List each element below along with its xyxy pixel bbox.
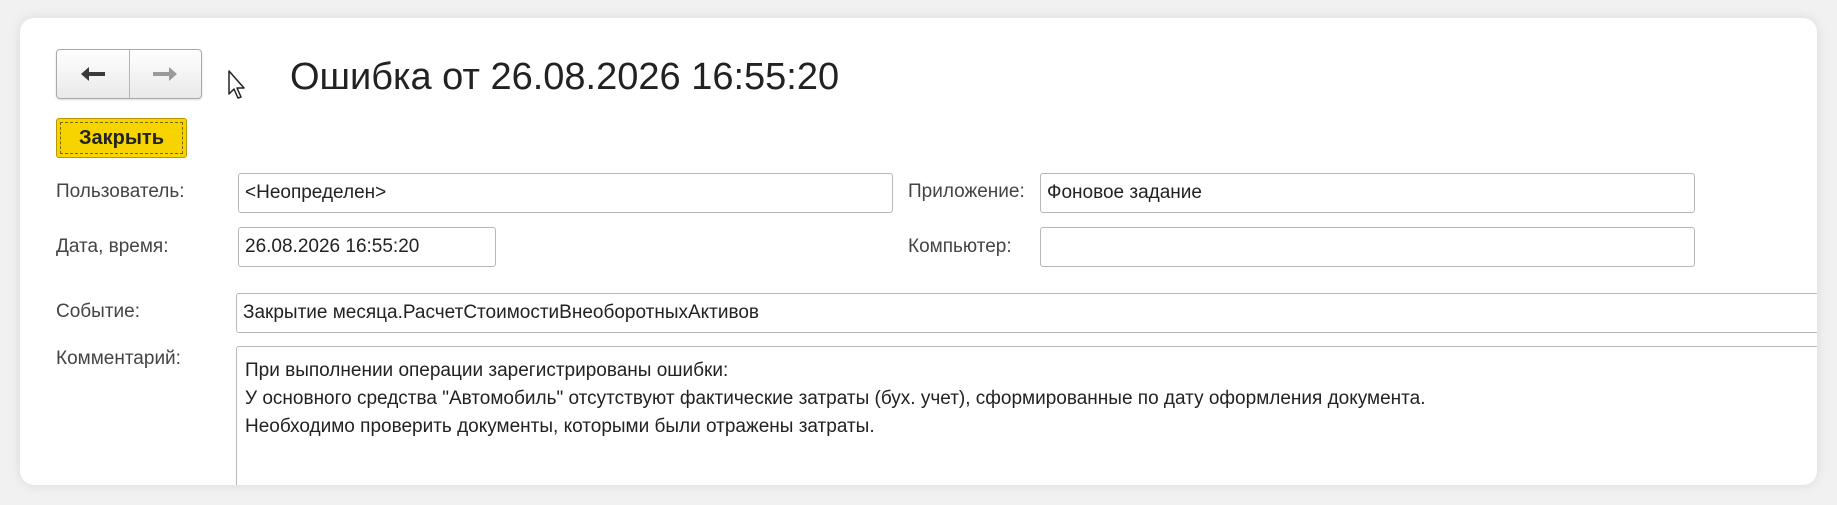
comment-line: Необходимо проверить документы, которыми… <box>245 416 875 437</box>
navigation-group <box>56 49 202 99</box>
computer-label: Компьютер: <box>908 236 1012 257</box>
user-field[interactable]: <Неопределен> <box>238 173 893 213</box>
event-label: Событие: <box>56 301 140 322</box>
event-field[interactable]: Закрытие месяца.РасчетСтоимостиВнеоборот… <box>236 293 1817 333</box>
forward-button[interactable] <box>128 50 202 98</box>
comment-line: При выполнении операции зарегистрированы… <box>245 360 729 381</box>
mouse-pointer-icon <box>228 70 245 99</box>
comment-line: У основного средства "Автомобиль" отсутс… <box>245 388 1426 409</box>
computer-field[interactable] <box>1040 227 1695 267</box>
back-button[interactable] <box>57 50 129 98</box>
application-label: Приложение: <box>908 181 1025 202</box>
error-window: Ошибка от 26.08.2026 16:55:20 Закрыть По… <box>20 18 1817 485</box>
comment-textarea[interactable]: При выполнении операции зарегистрированы… <box>236 346 1817 485</box>
arrow-right-icon <box>153 67 178 81</box>
close-button[interactable]: Закрыть <box>56 118 187 158</box>
comment-label: Комментарий: <box>56 348 181 369</box>
window-title: Ошибка от 26.08.2026 16:55:20 <box>290 56 840 98</box>
application-field[interactable]: Фоновое задание <box>1040 173 1695 213</box>
arrow-left-icon <box>80 67 105 81</box>
datetime-field[interactable]: 26.08.2026 16:55:20 <box>238 227 496 267</box>
datetime-label: Дата, время: <box>56 236 169 257</box>
user-label: Пользователь: <box>56 181 185 202</box>
